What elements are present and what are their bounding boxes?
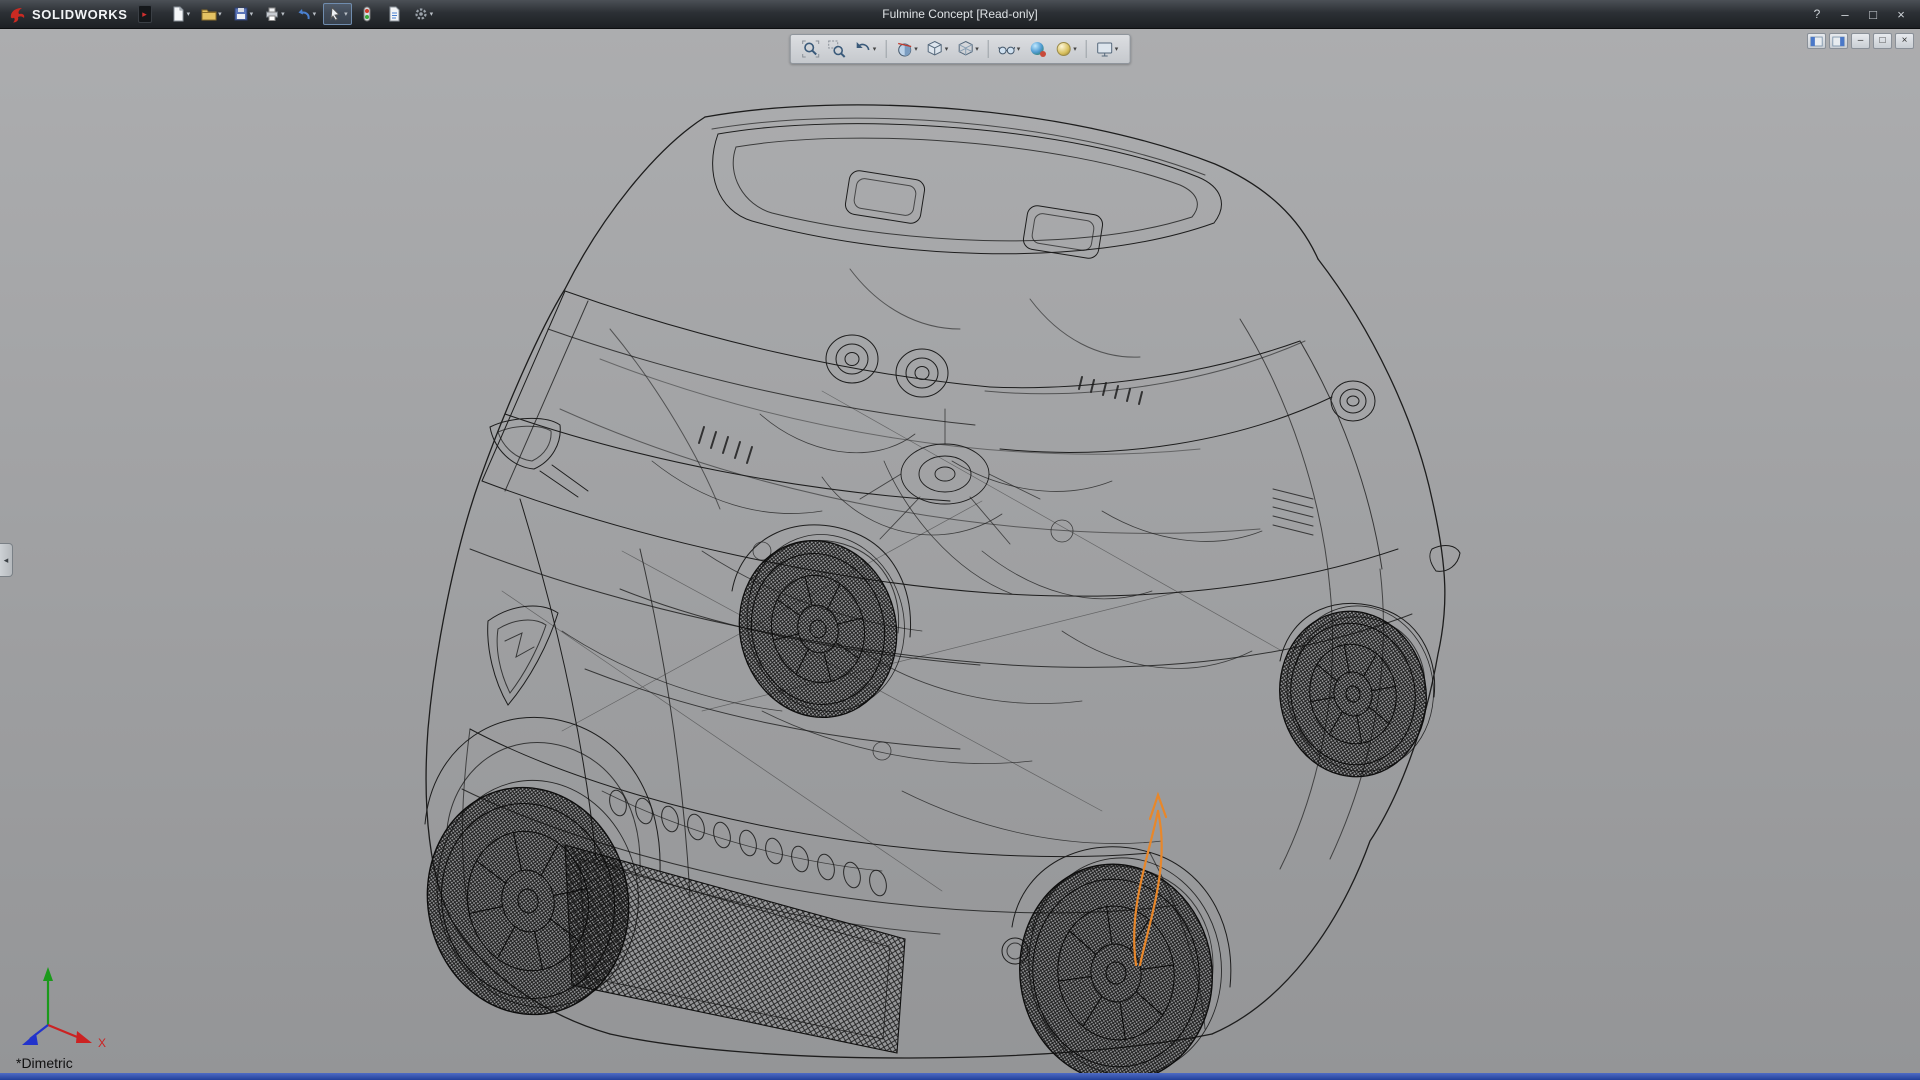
select-cursor-icon: [327, 6, 343, 22]
wheel-rear-left: [720, 518, 924, 735]
zoom-to-fit-icon: [802, 40, 820, 58]
wireframe-model[interactable]: [0, 29, 1920, 1073]
print-button[interactable]: ▾: [260, 3, 289, 25]
file-properties-button[interactable]: [382, 3, 406, 25]
printer-icon: [264, 6, 280, 22]
apply-scene-button[interactable]: ▾: [1051, 37, 1080, 61]
undo-arrow-icon: [296, 6, 312, 22]
document-window-controls: – □ ×: [1807, 33, 1914, 49]
window-controls: ? – □ ×: [1804, 4, 1920, 24]
zoom-to-area-button[interactable]: [825, 37, 849, 61]
select-button[interactable]: ▾: [323, 3, 352, 25]
document-close-button[interactable]: ×: [1895, 33, 1914, 49]
previous-view-icon: [854, 40, 872, 58]
task-pane-toggle[interactable]: [1829, 33, 1848, 49]
zoom-to-fit-button[interactable]: [799, 37, 823, 61]
view-orientation-cube-icon: [926, 40, 944, 58]
options-button[interactable]: ▾: [409, 3, 438, 25]
toolbar-expander-button[interactable]: ▸: [138, 5, 152, 23]
graphics-area[interactable]: ▾ ▾ ▾ ▾: [0, 29, 1920, 1073]
featuremanager-collapsed-tab[interactable]: ◂: [0, 543, 13, 577]
section-view-icon: [895, 40, 913, 58]
rebuild-traffic-light-icon: [359, 6, 375, 22]
toolbar-separator: [1086, 40, 1087, 58]
new-document-button[interactable]: ▾: [166, 3, 195, 25]
undo-button[interactable]: ▾: [292, 3, 321, 25]
open-folder-icon: [201, 6, 217, 22]
wheel-front-right: [1005, 845, 1236, 1073]
options-gear-icon: [413, 6, 429, 22]
open-document-button[interactable]: ▾: [197, 3, 226, 25]
solidworks-logo: SOLIDWORKS: [0, 5, 138, 23]
hide-show-glasses-icon: [998, 40, 1016, 58]
section-view-button[interactable]: ▾: [892, 37, 921, 61]
display-style-button[interactable]: ▾: [953, 37, 982, 61]
panel-right-icon: [1832, 36, 1845, 47]
brand-text: SOLIDWORKS: [32, 7, 128, 22]
document-minimize-button[interactable]: –: [1851, 33, 1870, 49]
toolbar-separator: [988, 40, 989, 58]
standard-toolbar: ▾ ▾ ▾ ▾ ▾: [166, 3, 438, 25]
close-button[interactable]: ×: [1888, 4, 1914, 24]
view-settings-button[interactable]: ▾: [1093, 37, 1122, 61]
solidworks-logo-icon: [8, 5, 26, 23]
minimize-button[interactable]: –: [1832, 4, 1858, 24]
display-style-wireframe-icon: [956, 40, 974, 58]
edit-appearance-sphere-icon: [1028, 40, 1046, 58]
apply-scene-sphere-icon: [1054, 40, 1072, 58]
toolbar-separator: [885, 40, 886, 58]
view-settings-icon: [1096, 40, 1114, 58]
status-bar-strip: [0, 1073, 1920, 1080]
hide-show-items-button[interactable]: ▾: [995, 37, 1024, 61]
featuremanager-pane-toggle[interactable]: [1807, 33, 1826, 49]
previous-view-button[interactable]: ▾: [851, 37, 880, 61]
edit-appearance-button[interactable]: [1025, 37, 1049, 61]
maximize-button[interactable]: □: [1860, 4, 1886, 24]
rebuild-button[interactable]: [355, 3, 379, 25]
save-floppy-icon: [233, 6, 249, 22]
help-button[interactable]: ?: [1804, 4, 1830, 24]
file-properties-icon: [386, 6, 402, 22]
view-orientation-button[interactable]: ▾: [923, 37, 952, 61]
zoom-to-area-icon: [828, 40, 846, 58]
panel-left-icon: [1810, 36, 1823, 47]
document-restore-button[interactable]: □: [1873, 33, 1892, 49]
wheel-rear-right: [1266, 594, 1447, 788]
save-button[interactable]: ▾: [229, 3, 258, 25]
titlebar: SOLIDWORKS ▸ ▾ ▾ ▾ ▾: [0, 0, 1920, 29]
new-document-icon: [170, 6, 186, 22]
heads-up-view-toolbar: ▾ ▾ ▾ ▾: [790, 34, 1131, 64]
